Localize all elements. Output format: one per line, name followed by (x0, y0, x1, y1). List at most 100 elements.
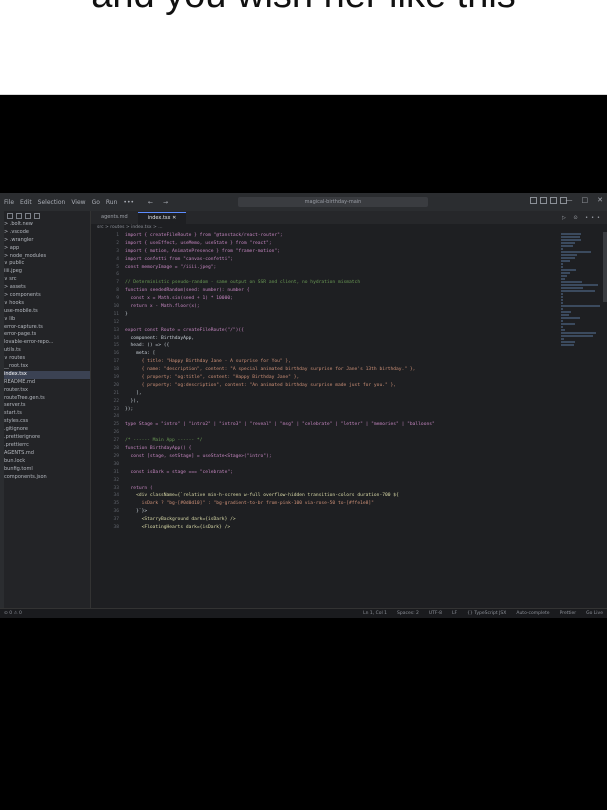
menu-run[interactable]: Run (106, 199, 118, 206)
tree-item[interactable]: ∨ public (4, 260, 90, 268)
tree-item[interactable]: server.ts (4, 402, 90, 410)
vertical-scrollbar[interactable] (603, 232, 607, 302)
tree-item[interactable]: > .wrangler (4, 237, 90, 245)
problems-status[interactable]: ⊙ 0 ⚠ 0 (4, 611, 22, 616)
code-text: import { useEffect, useMemo, useState } … (125, 240, 272, 246)
collapse-all-icon[interactable] (34, 213, 40, 219)
status-item[interactable]: {} TypeScript JSX (467, 611, 506, 616)
menu-file[interactable]: File (4, 199, 14, 206)
minimap-line (561, 266, 563, 268)
code-line: 13 export const Route = createFileRoute("… (91, 327, 557, 335)
status-item[interactable]: Spaces: 2 (397, 611, 419, 616)
close-window-button[interactable]: ✕ (597, 196, 603, 204)
line-number: 14 (113, 335, 119, 341)
code-text: /* ------ Main App ------ */ (125, 438, 203, 444)
status-item[interactable]: Go Live (586, 611, 603, 616)
toggle-panel-icon[interactable] (540, 197, 547, 204)
code-text: }), (125, 398, 139, 404)
tree-item[interactable]: routeTree.gen.ts (4, 395, 90, 403)
minimap-line (561, 320, 563, 322)
status-item[interactable]: Prettier (560, 611, 577, 616)
tree-item[interactable]: __root.tsx (4, 363, 90, 371)
tree-item[interactable]: error-page.ts (4, 331, 90, 339)
line-number: 20 (113, 382, 119, 388)
menu-go[interactable]: Go (92, 199, 100, 206)
refresh-icon[interactable] (25, 213, 31, 219)
minimap-line (561, 254, 577, 256)
tree-item[interactable]: ∨ routes (4, 355, 90, 363)
code-line: 35 isDark ? "bg-[#0d0d10]" : "bg-gradien… (91, 500, 557, 508)
menu-edit[interactable]: Edit (20, 199, 32, 206)
tree-item[interactable]: > .bolt.new (4, 221, 90, 229)
code-line: 23}); (91, 406, 557, 414)
line-number: 5 (116, 264, 119, 270)
code-view[interactable]: 1 import { createFileRoute } from "@tanst… (91, 232, 557, 608)
tree-item[interactable]: start.ts (4, 410, 90, 418)
minimap-line (561, 296, 563, 298)
status-right: Ln 1, Col 1 Spaces: 2 UTF-8 LF {} TypeScript… (363, 611, 603, 616)
code-text: import confetti from "canvas-confetti"; (125, 256, 233, 262)
line-number: 32 (113, 477, 119, 483)
line-number: 26 (113, 430, 119, 436)
tree-item[interactable]: > components (4, 292, 90, 300)
tree-item[interactable]: > .vscode (4, 229, 90, 237)
minimap-line (561, 323, 575, 325)
maximize-button[interactable]: □ (582, 196, 589, 204)
line-number: 22 (113, 398, 119, 404)
tree-item[interactable]: index.tsx (4, 370, 90, 379)
status-item[interactable]: Ln 1, Col 1 (363, 611, 387, 616)
tree-item[interactable]: lovable-error-repo... (4, 339, 90, 347)
tree-item[interactable]: ∨ hooks (4, 300, 90, 308)
status-item[interactable]: UTF-8 (429, 611, 442, 616)
tree-item[interactable]: utils.ts (4, 347, 90, 355)
tabs-holder: agents.md index.tsx ✕ (91, 212, 187, 224)
tree-item[interactable]: bun.lock (4, 458, 90, 466)
toggle-secondary-sidebar-icon[interactable] (550, 197, 557, 204)
tree-item[interactable]: > assets (4, 284, 90, 292)
code-text: // Deterministic pseudo-random - same ou… (125, 280, 361, 286)
status-item[interactable]: LF (452, 611, 457, 616)
tree-item[interactable]: .prettierignore (4, 434, 90, 442)
line-number: 10 (113, 304, 119, 310)
code-line: 7 // Deterministic pseudo-random - same o… (91, 279, 557, 287)
new-file-icon[interactable] (7, 213, 13, 219)
tree-item[interactable]: AGENTS.md (4, 450, 90, 458)
tree-item[interactable]: components.json (4, 474, 90, 482)
editor-tab[interactable]: index.tsx ✕ (137, 212, 187, 224)
menu-more[interactable]: ••• (123, 199, 134, 206)
toggle-sidebar-icon[interactable] (530, 197, 537, 204)
minimize-button[interactable]: — (566, 196, 573, 204)
code-text: } (125, 311, 128, 317)
menu-selection[interactable]: Selection (38, 199, 66, 206)
tree-item[interactable]: use-mobile.ts (4, 308, 90, 316)
status-item[interactable]: Auto-complete (516, 611, 549, 616)
tree-item[interactable]: > node_modules (4, 253, 90, 261)
minimap-line (561, 314, 570, 316)
tree-item[interactable]: > app (4, 245, 90, 253)
tree-item[interactable]: ∨ lib (4, 316, 90, 324)
tree-item[interactable]: .prettierrc (4, 442, 90, 450)
tree-item[interactable]: README.md (4, 379, 90, 387)
code-text: { name: "description", content: "A speci… (125, 367, 416, 373)
tree-item[interactable]: error-capture.ts (4, 324, 90, 332)
caption-box: and you wish her like this (0, 0, 607, 95)
tree-item[interactable]: ∨ src (4, 276, 90, 284)
code-text: head: () => ({ (125, 343, 170, 349)
menu-view[interactable]: View (71, 199, 85, 206)
breadcrumb[interactable]: src > routes > index.tsx > ... (91, 224, 607, 232)
minimap-line (561, 290, 596, 292)
code-text: return ( (125, 485, 153, 491)
tree-item[interactable]: styles.css (4, 418, 90, 426)
tab-actions[interactable]: ▷ ⊙ ••• (562, 215, 603, 221)
editor-tab[interactable]: agents.md (91, 212, 138, 223)
minimap[interactable] (561, 232, 603, 608)
new-folder-icon[interactable] (16, 213, 22, 219)
minimap-line (561, 272, 570, 274)
tree-item[interactable]: iiii.jpeg (4, 268, 90, 276)
tree-item[interactable]: bunfig.toml (4, 466, 90, 474)
tree-item[interactable]: .gitignore (4, 426, 90, 434)
code-text: function BirthdayApp() { (125, 446, 192, 452)
tree-item[interactable]: router.tsx (4, 387, 90, 395)
command-center[interactable]: magical-birthday-main (238, 197, 428, 207)
nav-arrows[interactable]: ← → (148, 199, 172, 206)
